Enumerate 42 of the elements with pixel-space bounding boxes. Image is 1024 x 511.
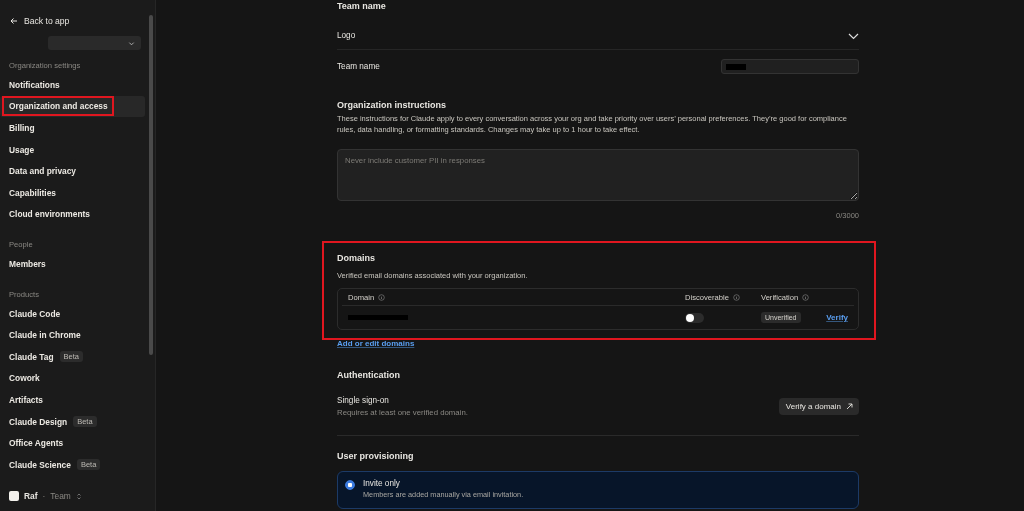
avatar-icon (9, 491, 19, 501)
section-title: Organization instructions (337, 100, 447, 110)
verify-domain-button[interactable]: Verify a domain (778, 398, 859, 415)
scrollbar-thumb[interactable] (149, 15, 153, 355)
account-name: Raf (24, 491, 38, 501)
info-icon (802, 293, 810, 301)
sidebar-item[interactable]: Billing (0, 117, 145, 139)
radio-button[interactable] (345, 480, 355, 490)
section-title: Authentication (337, 370, 401, 380)
info-icon (732, 293, 740, 301)
sidebar-item[interactable]: Data and privacy (0, 160, 145, 182)
sidebar-item[interactable]: Capabilities (0, 181, 145, 204)
team-name-field[interactable] (721, 59, 859, 74)
plan-label: Team (50, 491, 71, 501)
chevron-down-icon (128, 39, 135, 47)
sidebar-item[interactable]: Claude in Chrome (0, 324, 145, 346)
back-link[interactable]: Back to app (0, 0, 155, 27)
separator-dot: · (42, 491, 46, 501)
discoverable-toggle[interactable] (685, 312, 704, 323)
info-icon (378, 293, 386, 301)
chevron-down-icon[interactable] (848, 31, 859, 40)
option-label: Invite only (363, 479, 401, 488)
section-title: Team name (337, 1, 387, 11)
add-domains-link[interactable]: Add or edit domains (337, 339, 415, 348)
section-title: Domains (337, 253, 376, 263)
sidebar-item[interactable]: Notifications (0, 74, 145, 96)
external-arrow-icon (846, 403, 853, 410)
field-label: Team name (337, 62, 380, 71)
setting-title: Single sign-on (337, 396, 390, 405)
sidebar-item[interactable]: Usage (0, 138, 145, 161)
verify-link[interactable]: Verify (826, 313, 848, 322)
sidebar-item[interactable]: Claude Code (0, 302, 145, 325)
sidebar-item[interactable]: Office Agents (0, 432, 145, 454)
sidebar-item[interactable]: Members (0, 253, 145, 275)
arrow-left-icon (10, 17, 18, 25)
sidebar-item[interactable]: Artifacts (0, 389, 145, 411)
section-title: User provisioning (337, 451, 415, 461)
chevron-up-down-icon[interactable] (75, 492, 82, 500)
sidebar-item[interactable]: Organization and access (0, 95, 145, 118)
sidebar-item[interactable]: Cloud environments (0, 203, 145, 226)
logo-label: Logo (337, 31, 356, 40)
sidebar-item[interactable]: Cowork (0, 367, 145, 390)
